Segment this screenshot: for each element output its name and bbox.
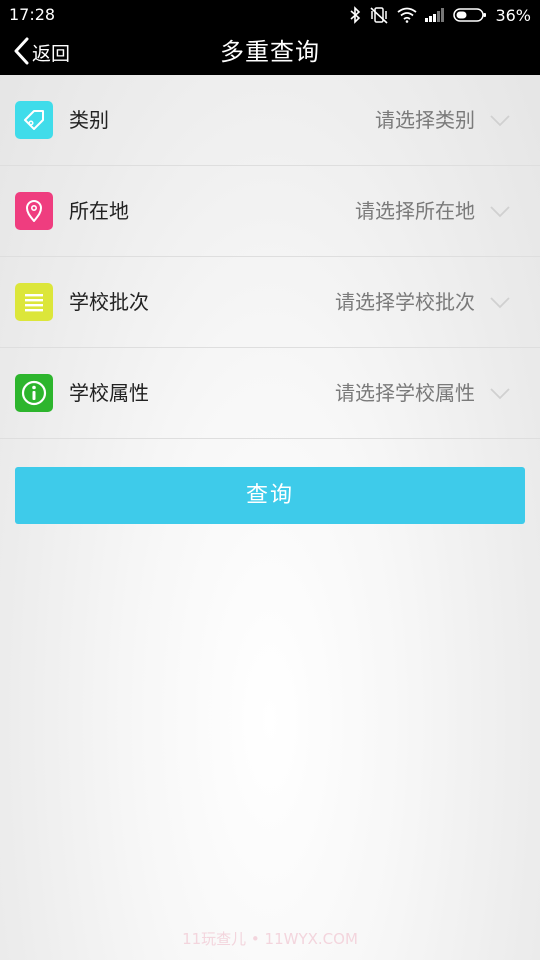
tag-icon	[15, 101, 53, 139]
signal-icon	[425, 8, 445, 22]
chevron-down-icon	[490, 112, 510, 131]
status-icons: 36%	[349, 0, 531, 30]
watermark: 11玩查儿 • 11WYX.COM	[182, 930, 358, 948]
filter-row-location[interactable]: 所在地 请选择所在地	[0, 166, 540, 257]
status-time: 17:28	[9, 5, 56, 24]
wifi-icon	[397, 7, 417, 23]
chevron-down-icon	[490, 294, 510, 313]
page-title: 多重查询	[220, 38, 320, 66]
filter-placeholder: 请选择所在地	[355, 199, 475, 223]
status-bar: 17:28 36%	[0, 0, 540, 30]
filter-placeholder: 请选择学校属性	[335, 381, 475, 405]
filter-row-school-attribute[interactable]: 学校属性 请选择学校属性	[0, 348, 540, 439]
filter-row-school-batch[interactable]: 学校批次 请选择学校批次	[0, 257, 540, 348]
filter-label: 所在地	[69, 199, 129, 223]
filter-placeholder: 请选择学校批次	[335, 290, 475, 314]
query-button[interactable]: 查询	[15, 467, 525, 524]
battery-icon	[453, 7, 487, 23]
filter-list: 类别 请选择类别 所在地 请选择所在地 学校批次 请选择学校批次 学校属性 请选…	[0, 75, 540, 439]
info-icon	[15, 374, 53, 412]
nav-bar: 返回 多重查询	[0, 30, 540, 75]
list-lines-icon	[15, 283, 53, 321]
chevron-down-icon	[490, 203, 510, 222]
filter-label: 学校属性	[69, 381, 149, 405]
location-pin-icon	[15, 192, 53, 230]
bluetooth-icon	[349, 6, 361, 24]
filter-row-category[interactable]: 类别 请选择类别	[0, 75, 540, 166]
battery-percent: 36%	[495, 5, 531, 25]
chevron-down-icon	[490, 385, 510, 404]
filter-label: 学校批次	[69, 290, 149, 314]
filter-placeholder: 请选择类别	[375, 108, 475, 132]
vibrate-off-icon	[369, 6, 389, 24]
filter-label: 类别	[69, 108, 109, 132]
